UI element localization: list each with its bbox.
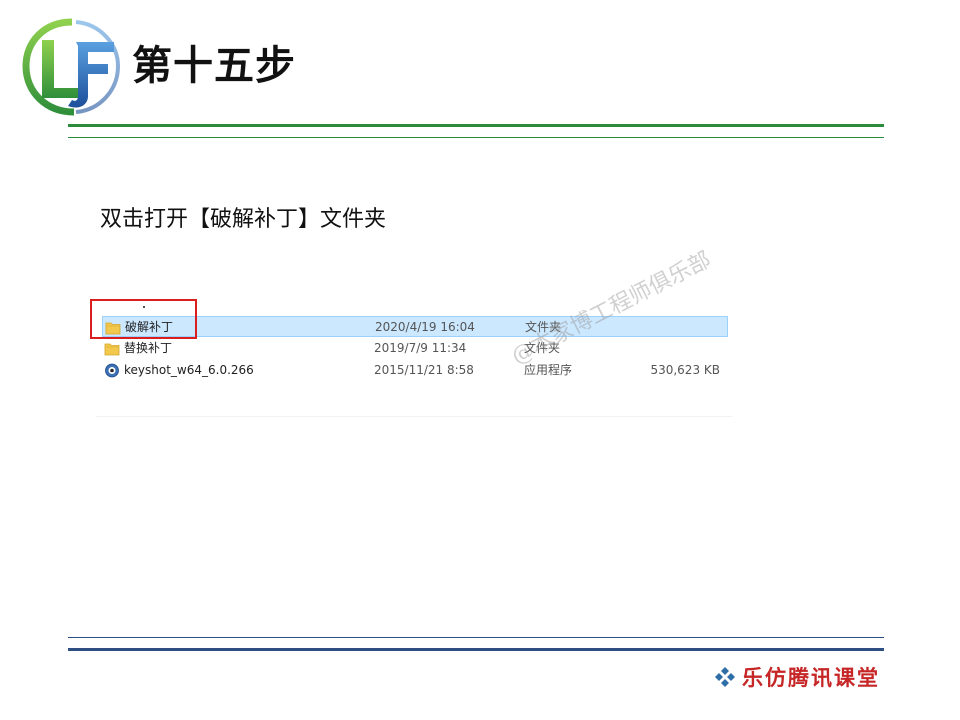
- folder-icon: [104, 343, 120, 356]
- footer-brand-text: 乐仿腾讯课堂: [742, 665, 880, 690]
- slide-title: 第十五步: [132, 43, 296, 89]
- logo: [22, 16, 122, 116]
- diamond-cluster-icon: [715, 667, 735, 687]
- instruction-text: 双击打开【破解补丁】文件夹: [100, 207, 387, 232]
- file-modified: 2020/4/19 16:04: [375, 320, 475, 334]
- header-divider: [68, 124, 884, 127]
- file-explorer-list: 破解补丁 2020/4/19 16:04 文件夹 替换补丁 2019/7/9 1…: [96, 300, 732, 417]
- file-row-crack-patch[interactable]: 破解补丁 2020/4/19 16:04 文件夹: [102, 316, 728, 337]
- file-name: keyshot_w64_6.0.266: [124, 363, 254, 377]
- footer-divider: [68, 648, 884, 651]
- file-modified: 2015/11/21 8:58: [374, 363, 474, 377]
- file-type: 应用程序: [524, 363, 573, 377]
- file-type: 文件夹: [524, 341, 561, 355]
- file-row-keyshot-exe[interactable]: keyshot_w64_6.0.266 2015/11/21 8:58 应用程序…: [102, 360, 728, 381]
- file-size: 530,623 KB: [650, 363, 720, 377]
- footer-brand: 乐仿腾讯课堂: [714, 662, 880, 692]
- keyshot-app-icon: [105, 363, 119, 378]
- footer-divider-thin: [68, 637, 884, 638]
- header-divider-thin: [68, 137, 884, 138]
- file-name: 破解补丁: [125, 320, 174, 334]
- lf-logo-icon: [22, 18, 121, 116]
- folder-icon: [105, 322, 121, 335]
- file-name: 替换补丁: [124, 341, 173, 355]
- decorative-dot: [143, 306, 145, 308]
- file-modified: 2019/7/9 11:34: [374, 341, 467, 355]
- file-type: 文件夹: [525, 320, 562, 334]
- file-row-replace-patch[interactable]: 替换补丁 2019/7/9 11:34 文件夹: [102, 338, 728, 359]
